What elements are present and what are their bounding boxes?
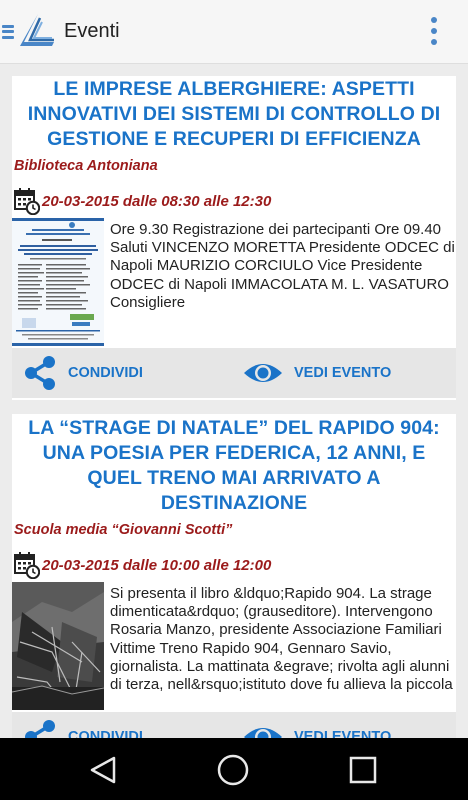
event-card[interactable]: LA “STRAGE DI NATALE” DEL RAPIDO 904: UN… bbox=[12, 414, 456, 738]
eye-icon bbox=[244, 364, 282, 382]
back-icon[interactable] bbox=[88, 755, 118, 785]
event-description: Si presenta il libro &ldquo;Rapido 904. … bbox=[110, 585, 453, 694]
share-button[interactable]: CONDIVIDI bbox=[22, 712, 143, 738]
event-date: 20-03-2015 dalle 10:00 alle 12:00 bbox=[42, 556, 272, 574]
share-icon bbox=[25, 356, 55, 390]
recents-icon[interactable] bbox=[348, 755, 378, 785]
app-bar: Eventi bbox=[0, 0, 468, 64]
event-actions: CONDIVIDI VEDI EVENTO bbox=[12, 712, 456, 738]
share-icon bbox=[25, 720, 55, 738]
page-title: Eventi bbox=[64, 20, 120, 42]
event-date: 20-03-2015 dalle 08:30 alle 12:30 bbox=[42, 192, 272, 210]
event-body: Si presenta il libro &ldquo;Rapido 904. … bbox=[12, 582, 456, 710]
event-actions: CONDIVIDI VEDI EVENTO bbox=[12, 348, 456, 398]
menu-icon[interactable] bbox=[2, 22, 14, 42]
app-logo[interactable] bbox=[18, 12, 58, 52]
event-location: Scuola media “Giovanni Scotti” bbox=[14, 522, 233, 538]
eye-icon bbox=[244, 728, 282, 738]
event-date-row: 20-03-2015 dalle 08:30 alle 12:30 bbox=[12, 186, 456, 216]
view-event-button[interactable]: VEDI EVENTO bbox=[242, 348, 391, 398]
event-description: Ore 9.30 Registrazione dei partecipanti … bbox=[110, 221, 455, 311]
event-poster-image[interactable] bbox=[12, 218, 104, 346]
system-nav-bar bbox=[0, 738, 468, 800]
event-location: Biblioteca Antoniana bbox=[14, 158, 158, 174]
calendar-clock-icon bbox=[14, 552, 40, 579]
event-body: Ore 9.30 Registrazione dei partecipanti … bbox=[12, 218, 456, 346]
share-button[interactable]: CONDIVIDI bbox=[22, 348, 143, 398]
event-title[interactable]: LE IMPRESE ALBERGHIERE: ASPETTI INNOVATI… bbox=[12, 76, 456, 152]
view-event-button[interactable]: VEDI EVENTO bbox=[242, 712, 391, 738]
share-label: CONDIVIDI bbox=[68, 729, 143, 738]
event-card[interactable]: LE IMPRESE ALBERGHIERE: ASPETTI INNOVATI… bbox=[12, 76, 456, 400]
event-date-row: 20-03-2015 dalle 10:00 alle 12:00 bbox=[12, 550, 456, 580]
event-photo-image[interactable] bbox=[12, 582, 104, 710]
calendar-clock-icon bbox=[14, 188, 40, 215]
share-label: CONDIVIDI bbox=[68, 365, 143, 381]
home-icon[interactable] bbox=[216, 753, 250, 787]
view-event-label: VEDI EVENTO bbox=[294, 365, 392, 381]
event-title[interactable]: LA “STRAGE DI NATALE” DEL RAPIDO 904: UN… bbox=[12, 414, 456, 516]
overflow-menu-icon[interactable] bbox=[430, 17, 438, 45]
events-list: LE IMPRESE ALBERGHIERE: ASPETTI INNOVATI… bbox=[0, 64, 468, 738]
view-event-label: VEDI EVENTO bbox=[294, 729, 392, 738]
